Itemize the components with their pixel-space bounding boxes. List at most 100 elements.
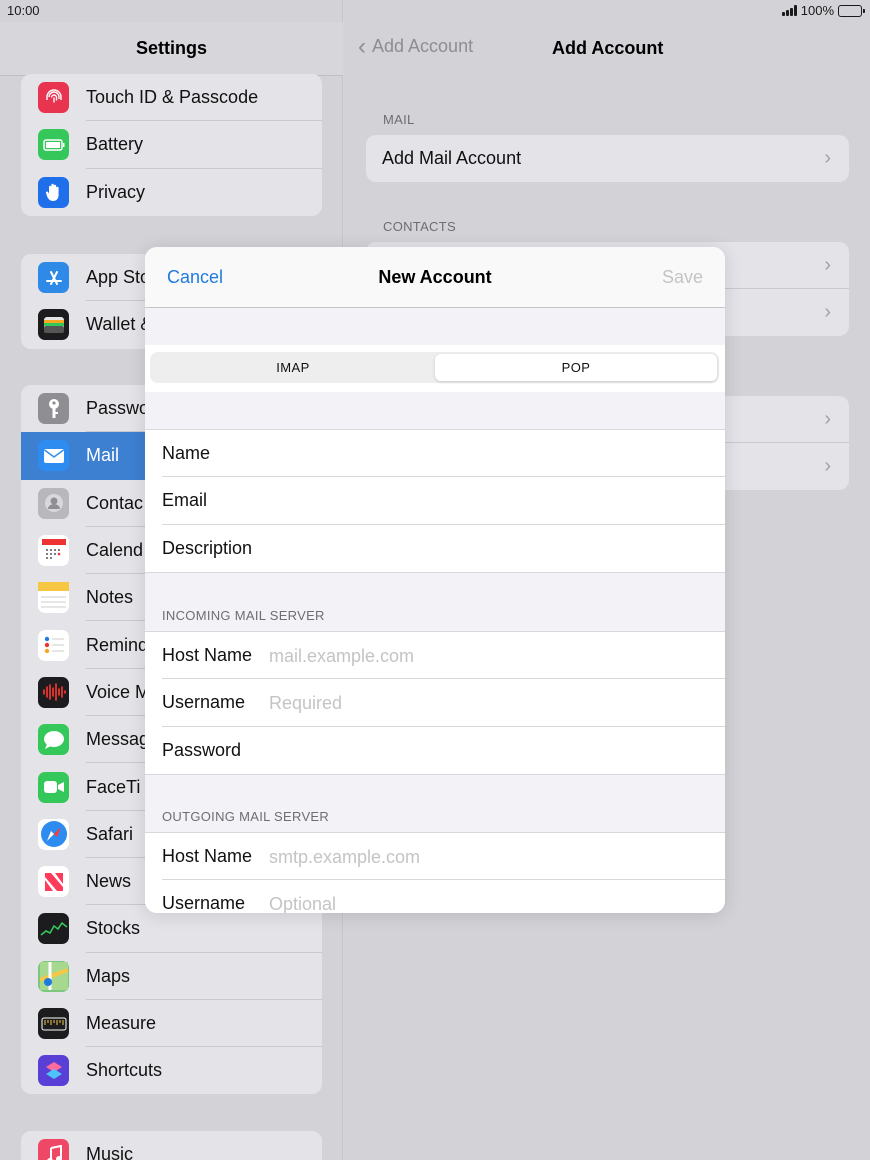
new-account-sheet: Cancel New Account Save IMAP POP Name Em… [145, 247, 725, 913]
sidebar-title: Settings [135, 38, 207, 58]
description-field[interactable]: Description [145, 525, 725, 572]
sidebar-item-label: Privacy [86, 181, 146, 202]
sidebar-item-label: Messag [86, 729, 150, 750]
sidebar-item-label: Battery [86, 134, 144, 155]
sidebar-item-label: News [86, 871, 132, 892]
field-label: Password [162, 739, 242, 760]
shortcuts-icon [38, 1055, 69, 1087]
safari-icon [38, 818, 69, 850]
account-info-group: Name Email Description [145, 429, 725, 573]
sidebar-item-label: Safari [86, 823, 134, 844]
sidebar-item-label: Maps [86, 965, 131, 986]
section-caption-mail: MAIL [383, 112, 415, 127]
chevron-left-icon: ‹ [358, 32, 366, 60]
status-right: 100% [781, 3, 865, 18]
measure-icon [38, 1008, 69, 1039]
chevron-right-icon: › [824, 254, 831, 276]
page-title: Add Account [552, 38, 664, 58]
incoming-server-caption: INCOMING MAIL SERVER [162, 608, 325, 623]
contacts-icon [38, 487, 69, 519]
status-bar: 10:00 100% [0, 0, 870, 22]
fingerprint-icon [38, 82, 69, 114]
hand-icon [38, 176, 69, 208]
mail-icon [38, 440, 69, 472]
back-button-label: Add Account [372, 36, 474, 56]
back-button[interactable]: ‹ Add Account [358, 32, 474, 60]
row-label: Add Mail Account [382, 148, 522, 168]
incoming-server-group: Host Name mail.example.com Username Requ… [145, 631, 725, 775]
music-icon [38, 1139, 69, 1160]
name-field[interactable]: Name [145, 430, 725, 478]
section-caption-contacts: CONTACTS [383, 219, 456, 234]
field-label: Email [162, 490, 208, 511]
sidebar-item-label: Shortcuts [86, 1060, 163, 1081]
add-mail-account-row[interactable]: Add Mail Account › [366, 135, 849, 182]
chevron-right-icon: › [824, 301, 831, 323]
sidebar-item-touch-id[interactable]: Touch ID & Passcode [21, 74, 322, 122]
sidebar-item-label: Touch ID & Passcode [86, 87, 259, 108]
sidebar-item-label: Wallet & [86, 314, 153, 335]
field-label: Host Name [162, 846, 253, 866]
field-label: Name [162, 443, 211, 463]
account-type-segmented-control: IMAP POP [150, 352, 719, 383]
incoming-host-field[interactable]: Host Name mail.example.com [145, 632, 725, 680]
account-type-row: IMAP POP [145, 345, 725, 392]
battery-status-icon [838, 4, 865, 17]
field-placeholder: Required [269, 693, 343, 714]
sidebar-item-measure[interactable]: Measure [21, 1000, 322, 1048]
field-label: Username [162, 692, 246, 713]
chevron-right-icon: › [824, 455, 831, 477]
sidebar-item-privacy[interactable]: Privacy [21, 169, 322, 216]
incoming-password-field[interactable]: Password [145, 727, 725, 774]
notes-icon [38, 582, 69, 614]
sheet-nav-bar: Cancel New Account Save [145, 247, 725, 308]
cellular-signal-icon [781, 5, 797, 16]
facetime-icon [38, 771, 69, 803]
sidebar-item-label: Stocks [86, 918, 141, 939]
status-time: 10:00 [7, 3, 40, 18]
email-field[interactable]: Email [145, 477, 725, 525]
sidebar-item-label: Notes [86, 587, 134, 608]
sidebar-item-label: Calend [86, 540, 144, 561]
sidebar-item-battery[interactable]: Battery [21, 121, 322, 169]
stocks-icon [38, 913, 69, 945]
battery-percent: 100% [800, 3, 834, 18]
wallet-icon [38, 309, 69, 341]
field-placeholder: Optional [269, 894, 337, 913]
sidebar-item-music[interactable]: Music [21, 1131, 322, 1160]
sidebar-header: Settings [0, 22, 343, 76]
field-label: Username [162, 893, 246, 913]
settings-group-media: Music [21, 1131, 322, 1160]
sidebar-item-label: Music [86, 1144, 134, 1160]
segment-imap[interactable]: IMAP [152, 354, 434, 381]
outgoing-server-caption: OUTGOING MAIL SERVER [162, 809, 330, 824]
voice-memos-icon [38, 676, 69, 708]
field-placeholder: mail.example.com [269, 646, 415, 666]
outgoing-host-field[interactable]: Host Name smtp.example.com [145, 833, 725, 881]
field-label: Description [162, 537, 253, 558]
sidebar-item-label: Passwo [86, 398, 150, 419]
settings-group-security: Touch ID & Passcode Battery Privacy [21, 74, 322, 216]
sidebar-item-label: FaceTi [86, 776, 141, 797]
cancel-button[interactable]: Cancel [167, 267, 223, 288]
sidebar-item-label: App Sto [86, 267, 151, 288]
calendar-icon [38, 535, 69, 567]
app-store-icon [38, 262, 69, 294]
maps-icon [38, 960, 69, 992]
field-placeholder: smtp.example.com [269, 847, 421, 867]
incoming-username-field[interactable]: Username Required [145, 679, 725, 727]
sheet-title: New Account [378, 267, 492, 287]
sidebar-item-maps[interactable]: Maps [21, 953, 322, 1000]
battery-icon [38, 129, 69, 161]
outgoing-username-field[interactable]: Username Optional [145, 880, 725, 913]
sidebar-item-label: Measure [86, 1013, 157, 1033]
news-icon [38, 866, 69, 898]
chevron-right-icon: › [824, 147, 831, 169]
segment-pop[interactable]: POP [435, 354, 717, 381]
outgoing-server-group: Host Name smtp.example.com Username Opti… [145, 832, 725, 913]
sidebar-item-shortcuts[interactable]: Shortcuts [21, 1047, 322, 1094]
sidebar-item-label: Remind [86, 634, 149, 655]
save-button[interactable]: Save [662, 267, 703, 288]
mail-group: Add Mail Account › [366, 135, 849, 182]
field-label: Host Name [162, 645, 253, 665]
